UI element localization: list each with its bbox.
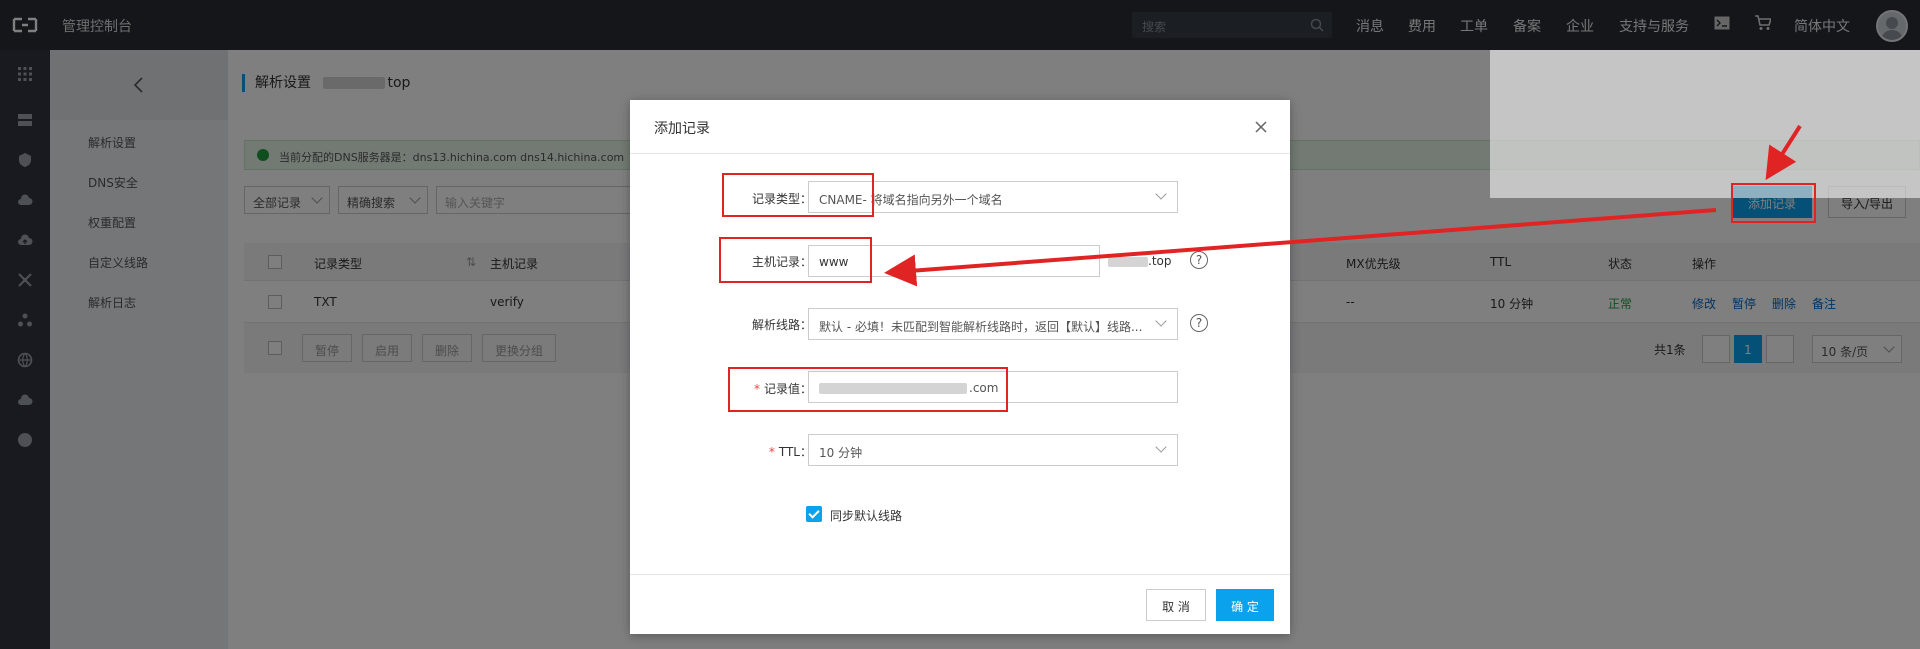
annotation-box-record-value — [728, 367, 1008, 412]
dialog-title: 添加记录 — [654, 121, 710, 137]
chevron-down-icon — [1155, 315, 1167, 327]
close-icon[interactable] — [1254, 120, 1268, 134]
chevron-down-icon — [1155, 441, 1167, 453]
line-select[interactable]: 默认 - 必填！未匹配到智能解析线路时，返回【默认】线路... — [808, 308, 1178, 340]
help-icon[interactable]: ? — [1190, 251, 1208, 269]
sync-default-line-label[interactable]: 同步默认线路 — [830, 507, 902, 524]
line-value: 默认 - 必填！未匹配到智能解析线路时，返回【默认】线路... — [819, 320, 1143, 334]
sync-default-line-checkbox[interactable] — [806, 506, 822, 522]
annotation-box-host — [719, 237, 872, 283]
highlight-panel — [1490, 50, 1920, 198]
cancel-button[interactable]: 取 消 — [1146, 589, 1206, 621]
annotation-box-record-type — [722, 173, 874, 217]
chevron-down-icon — [1155, 188, 1167, 200]
confirm-button[interactable]: 确 定 — [1216, 589, 1274, 621]
host-suffix: .top — [1148, 254, 1172, 268]
ttl-label: * TTL： — [672, 443, 812, 460]
help-icon[interactable]: ? — [1190, 314, 1208, 332]
required-mark: * — [768, 445, 775, 459]
ttl-value: 10 分钟 — [819, 446, 863, 460]
blurred-domain — [1108, 257, 1148, 267]
ttl-select[interactable]: 10 分钟 — [808, 434, 1178, 466]
dialog-header: 添加记录 — [630, 100, 1290, 154]
dialog-footer: 取 消 确 定 — [630, 574, 1290, 634]
line-label: 解析线路： — [751, 318, 812, 332]
annotation-box-add-record — [1731, 183, 1816, 223]
